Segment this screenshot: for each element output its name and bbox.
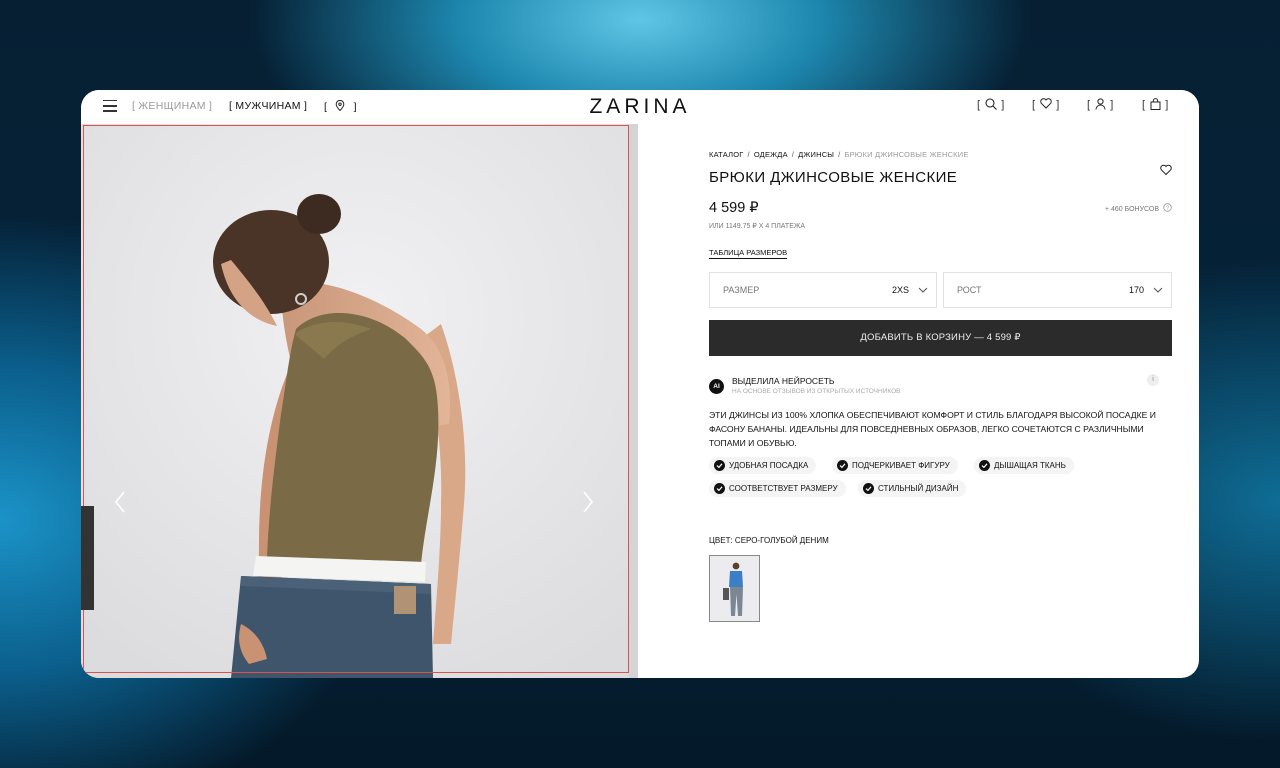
check-circle-icon: [714, 460, 725, 471]
feature-tag: ДЫШАЩАЯ ТКАНЬ: [974, 457, 1074, 474]
check-circle-icon: [863, 483, 874, 494]
size-table-link[interactable]: ТАБЛИЦА РАЗМЕРОВ: [709, 248, 788, 259]
add-to-cart-button[interactable]: ДОБАВИТЬ В КОРЗИНУ — 4 599 ₽: [709, 320, 1172, 356]
heart-icon[interactable]: [1160, 164, 1172, 176]
svg-text:?: ?: [1166, 206, 1169, 212]
product-details-panel: КАТАЛОГ / ОДЕЖДА / ДЖИНСЫ / БРЮКИ ДЖИНСОВЫЕ ЖЕ…: [709, 124, 1172, 678]
ai-summary-title: ВЫДЕЛИЛА НЕЙРОСЕТЬ: [732, 376, 835, 386]
product-image-gallery[interactable]: [81, 124, 638, 678]
color-label: ЦВЕТ: СЕРО-ГОЛУБОЙ ДЕНИМ: [709, 536, 829, 545]
breadcrumb-item-catalog[interactable]: КАТАЛОГ: [709, 150, 744, 159]
chevron-right-icon[interactable]: [581, 490, 595, 514]
heart-icon: [1040, 98, 1052, 109]
site-header: [ ЖЕНЩИНАМ ] [ МУЖЧИНАМ ] [ ] ZARINA [ ]…: [81, 90, 1199, 124]
feature-tag: УДОБНАЯ ПОСАДКА: [709, 457, 817, 474]
color-swatch-thumbnail[interactable]: [709, 555, 760, 622]
size-select[interactable]: РАЗМЕР 2XS: [709, 272, 937, 308]
account-button[interactable]: [ ]: [1087, 98, 1114, 111]
feature-tag-label: ПОДЧЕРКИВАЕТ ФИГУРУ: [852, 461, 950, 470]
check-circle-icon: [714, 483, 725, 494]
help-circle-icon[interactable]: ?: [1163, 203, 1172, 212]
bonus-points: + 460 БОНУСОВ ?: [1105, 203, 1172, 213]
breadcrumb: КАТАЛОГ / ОДЕЖДА / ДЖИНСЫ / БРЮКИ ДЖИНСОВЫЕ ЖЕ…: [709, 150, 969, 159]
ai-badge-icon: AI: [709, 379, 724, 394]
feature-tag-label: СООТВЕТСТВУЕТ РАЗМЕРУ: [729, 484, 838, 493]
ai-summary-subtitle: НА ОСНОВЕ ОТЗЫВОВ ИЗ ОТКРЫТЫХ ИСТОЧНИКОВ: [732, 388, 901, 395]
product-title: БРЮКИ ДЖИНСОВЫЕ ЖЕНСКИЕ: [709, 169, 958, 186]
chevron-down-icon: [1153, 287, 1163, 293]
breadcrumb-current: БРЮКИ ДЖИНСОВЫЕ ЖЕНСКИЕ: [844, 150, 969, 159]
bag-icon: [1150, 98, 1161, 110]
side-feedback-tab[interactable]: [81, 506, 94, 610]
image-selection-outline: [83, 125, 629, 673]
user-icon: [1095, 98, 1106, 110]
swatch-photo: [710, 556, 759, 621]
product-price: 4 599 ₽: [709, 200, 759, 216]
bonus-text: + 460 БОНУСОВ: [1104, 206, 1160, 213]
size-select-value: 2XS: [891, 285, 909, 295]
chevron-left-icon[interactable]: [113, 490, 127, 514]
feature-tag: СТИЛЬНЫЙ ДИЗАЙН: [858, 480, 967, 497]
chevron-down-icon: [918, 287, 928, 293]
search-icon: [985, 98, 998, 110]
feature-tag-label: СТИЛЬНЫЙ ДИЗАЙН: [878, 484, 959, 493]
height-select-value: 170: [1128, 285, 1144, 295]
ai-summary-description: ЭТИ ДЖИНСЫ ИЗ 100% ХЛОПКА ОБЕСПЕЧИВАЮТ К…: [709, 410, 1156, 448]
feature-tag: СООТВЕТСТВУЕТ РАЗМЕРУ: [709, 480, 846, 497]
breadcrumb-separator: /: [747, 150, 750, 159]
browser-window: [ ЖЕНЩИНАМ ] [ МУЖЧИНАМ ] [ ] ZARINA [ ]…: [81, 90, 1199, 678]
breadcrumb-separator: /: [791, 150, 795, 159]
search-button[interactable]: [ ]: [977, 98, 1005, 111]
breadcrumb-item-clothing[interactable]: ОДЕЖДА: [754, 150, 788, 159]
check-circle-icon: [837, 460, 848, 471]
feature-tag: ПОДЧЕРКИВАЕТ ФИГУРУ: [832, 457, 958, 474]
size-select-label: РАЗМЕР: [723, 285, 760, 295]
feature-tag-label: ДЫШАЩАЯ ТКАНЬ: [994, 461, 1066, 470]
installments-text: ИЛИ 1149.75 ₽ X 4 ПЛАТЕЖА: [709, 223, 806, 230]
height-select-label: РОСТ: [957, 285, 982, 295]
feature-tag-label: УДОБНАЯ ПОСАДКА: [729, 461, 809, 470]
favorites-button[interactable]: [ ]: [1032, 98, 1060, 111]
info-icon[interactable]: i: [1147, 374, 1159, 386]
height-select[interactable]: РОСТ 170: [943, 272, 1172, 308]
check-circle-icon: [979, 460, 990, 471]
breadcrumb-item-jeans[interactable]: ДЖИНСЫ: [798, 150, 834, 159]
cart-button[interactable]: [ ]: [1142, 98, 1169, 111]
breadcrumb-separator: /: [838, 150, 841, 159]
